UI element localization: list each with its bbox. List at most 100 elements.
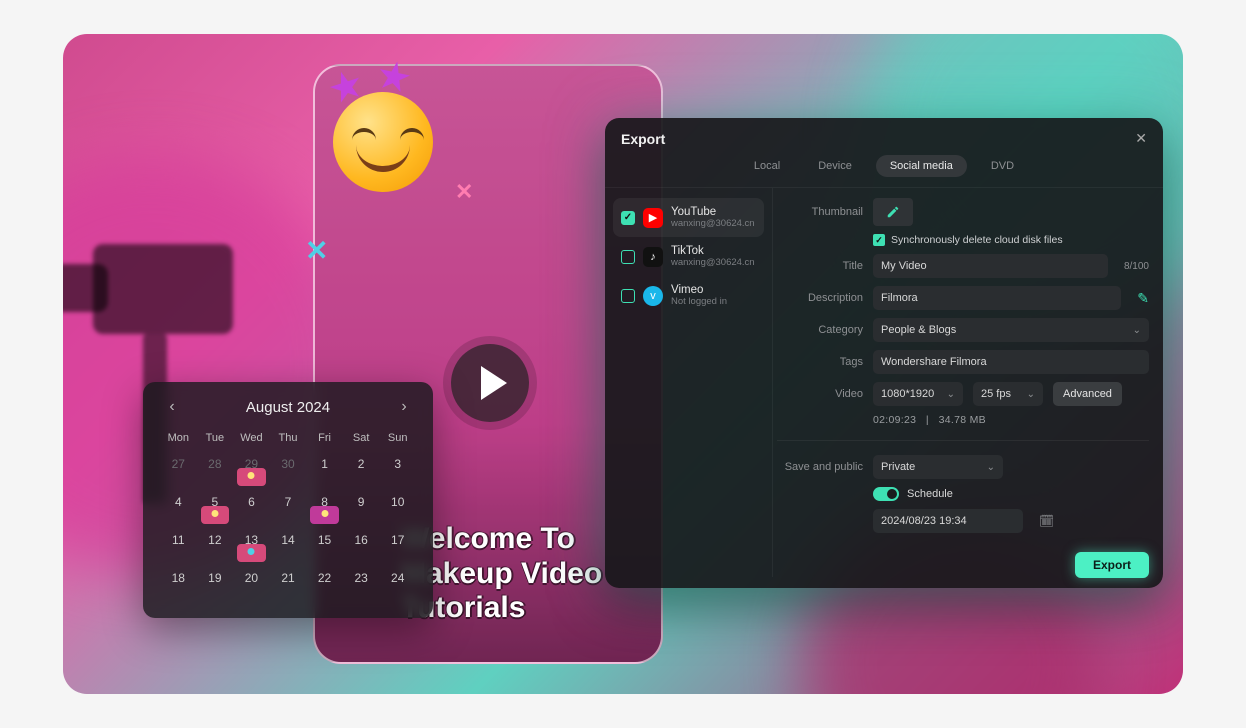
tags-input[interactable]: Wondershare Filmora	[873, 350, 1149, 374]
checkbox-icon	[621, 211, 635, 225]
schedule-label: Schedule	[907, 488, 953, 500]
calendar-day[interactable]: 5	[198, 492, 233, 526]
calendar-day[interactable]: 15	[307, 530, 342, 564]
platform-name: TikTok	[671, 245, 755, 257]
sync-delete-option[interactable]: ✓ Synchronously delete cloud disk files	[873, 234, 1149, 246]
filesize-value: 34.78 MB	[939, 414, 986, 426]
yt-icon: ▶	[643, 208, 663, 228]
calendar-title: August 2024	[246, 399, 330, 416]
export-tab[interactable]: Local	[740, 155, 794, 177]
schedule-datetime-input[interactable]: 2024/08/23 19:34	[873, 509, 1023, 533]
export-dialog: Export ✕ Local Device Social media DVD ▶ You…	[605, 118, 1163, 588]
calendar-day[interactable]: 2	[344, 454, 379, 488]
calendar-day[interactable]: 3	[380, 454, 415, 488]
calendar-day[interactable]: 19	[198, 568, 233, 602]
category-label: Category	[777, 324, 863, 336]
vm-icon: v	[643, 286, 663, 306]
resolution-select[interactable]: 1080*1920 ⌄	[873, 382, 963, 406]
fps-value: 25 fps	[981, 388, 1011, 400]
chevron-down-icon: ⌄	[987, 462, 995, 473]
platform-item[interactable]: ♪ TikTokwanxing@30624.cn	[613, 237, 764, 276]
calendar-day[interactable]: 1	[307, 454, 342, 488]
platform-item[interactable]: v VimeoNot logged in	[613, 276, 764, 315]
description-input[interactable]: Filmora	[873, 286, 1121, 310]
calendar-day[interactable]: 13	[234, 530, 269, 564]
calendar-day[interactable]: 6	[234, 492, 269, 526]
platform-list: ▶ YouTubewanxing@30624.cn ♪ TikTokwanxing@3…	[605, 188, 773, 577]
export-tab[interactable]: DVD	[977, 155, 1028, 177]
privacy-label: Save and public	[777, 461, 863, 473]
calendar-day[interactable]: 10	[380, 492, 415, 526]
fps-select[interactable]: 25 fps ⌄	[973, 382, 1043, 406]
calendar-day[interactable]: 29	[234, 454, 269, 488]
ai-assist-icon[interactable]: ✎	[1137, 290, 1149, 307]
platform-account: Not logged in	[671, 296, 727, 307]
decorative-x-icon: ✕	[455, 179, 473, 205]
calendar-day[interactable]: 28	[198, 454, 233, 488]
calendar-day[interactable]: 23	[344, 568, 379, 602]
platform-name: Vimeo	[671, 284, 727, 296]
calendar-day[interactable]: 9	[344, 492, 379, 526]
export-tab[interactable]: Device	[804, 155, 866, 177]
calendar-day[interactable]: 27	[161, 454, 196, 488]
title-label: Title	[777, 260, 863, 272]
calendar-day[interactable]: 18	[161, 568, 196, 602]
duration-value: 02:09:23	[873, 414, 916, 426]
export-tab[interactable]: Social media	[876, 155, 967, 177]
advanced-button[interactable]: Advanced	[1053, 382, 1122, 406]
calendar-day[interactable]: 4	[161, 492, 196, 526]
star-struck-emoji: ★★	[328, 84, 438, 194]
calendar-grid: MonTueWedThuFriSatSun2728293012345678910…	[161, 428, 415, 602]
calendar-day[interactable]: 7	[271, 492, 306, 526]
platform-meta: TikTokwanxing@30624.cn	[671, 245, 755, 268]
calendar-day[interactable]: 11	[161, 530, 196, 564]
calendar-day[interactable]: 12	[198, 530, 233, 564]
title-input[interactable]: My Video	[873, 254, 1108, 278]
privacy-value: Private	[881, 461, 915, 473]
privacy-select[interactable]: Private ⌄	[873, 455, 1003, 479]
thumbnail-picker[interactable]	[873, 198, 913, 226]
camera-silhouette	[93, 244, 233, 334]
platform-account: wanxing@30624.cn	[671, 257, 755, 268]
export-button[interactable]: Export	[1075, 552, 1149, 578]
calendar-day[interactable]: 21	[271, 568, 306, 602]
schedule-toggle[interactable]	[873, 487, 899, 501]
chevron-down-icon: ⌄	[1027, 389, 1035, 400]
play-button[interactable]	[451, 344, 529, 422]
tt-icon: ♪	[643, 247, 663, 267]
calendar-prev-button[interactable]: ‹	[161, 396, 183, 418]
chevron-down-icon: ⌄	[1133, 325, 1141, 336]
calendar-dow: Sat	[344, 428, 379, 450]
calendar-header: ‹ August 2024 ›	[161, 396, 415, 418]
platform-meta: YouTubewanxing@30624.cn	[671, 206, 755, 229]
calendar-day[interactable]: 20	[234, 568, 269, 602]
calendar-day[interactable]: 14	[271, 530, 306, 564]
checkbox-icon: ✓	[873, 234, 885, 246]
close-button[interactable]: ✕	[1135, 130, 1147, 147]
calendar-next-button[interactable]: ›	[393, 396, 415, 418]
calendar-day[interactable]: 22	[307, 568, 342, 602]
promo-stage: ★★ ✕ ✕ Welcome To Makeup Video Tutorials…	[63, 34, 1183, 694]
calendar-widget: ‹ August 2024 › MonTueWedThuFriSatSun272…	[143, 382, 433, 618]
resolution-value: 1080*1920	[881, 388, 934, 400]
calendar-dow: Mon	[161, 428, 196, 450]
checkbox-icon	[621, 289, 635, 303]
calendar-dow: Thu	[271, 428, 306, 450]
platform-item[interactable]: ▶ YouTubewanxing@30624.cn	[613, 198, 764, 237]
calendar-icon[interactable]: 🗓	[1039, 514, 1054, 528]
decorative-x-icon: ✕	[305, 234, 328, 267]
play-icon	[481, 366, 507, 400]
calendar-dow: Wed	[234, 428, 269, 450]
calendar-day[interactable]: 17	[380, 530, 415, 564]
video-label: Video	[777, 388, 863, 400]
calendar-day[interactable]: 30	[271, 454, 306, 488]
title-char-count: 8/100	[1124, 261, 1149, 272]
checkbox-icon	[621, 250, 635, 264]
export-tabs: Local Device Social media DVD	[605, 155, 1163, 187]
export-form: Thumbnail ✓ Synchronously delete cloud d…	[773, 188, 1163, 577]
calendar-day[interactable]: 16	[344, 530, 379, 564]
category-select[interactable]: People & Blogs ⌄	[873, 318, 1149, 342]
calendar-day[interactable]: 8	[307, 492, 342, 526]
calendar-day[interactable]: 24	[380, 568, 415, 602]
platform-meta: VimeoNot logged in	[671, 284, 727, 307]
